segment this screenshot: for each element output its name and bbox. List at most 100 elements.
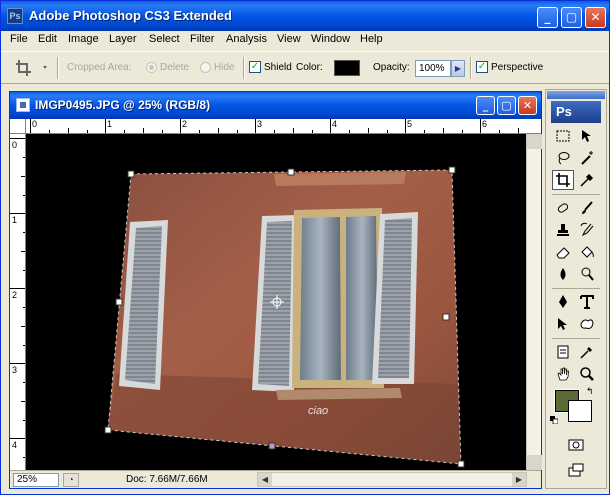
history-brush-tool[interactable] xyxy=(576,220,598,240)
maximize-button[interactable]: ▢ xyxy=(561,7,582,28)
move-tool[interactable] xyxy=(576,126,598,146)
photoshop-window: Ps Adobe Photoshop CS3 Extended _ ▢ ✕ Fi… xyxy=(0,0,610,495)
hide-label: Hide xyxy=(214,62,235,73)
perspective-checkbox[interactable]: ✓ xyxy=(476,61,488,73)
photoshop-app-icon[interactable]: Ps xyxy=(7,8,23,24)
swap-colors-icon[interactable]: ↰ xyxy=(586,386,594,397)
cropped-area-label: Cropped Area: xyxy=(67,62,132,73)
delete-radio[interactable] xyxy=(146,62,157,73)
path-selection-icon xyxy=(558,318,567,330)
ruler-origin[interactable] xyxy=(10,119,26,134)
path-selection-tool[interactable] xyxy=(552,314,574,334)
document-window: IMGP0495.JPG @ 25% (RGB/8) _ ▢ ✕ 0 1 2 3… xyxy=(9,91,542,489)
crop-tool[interactable] xyxy=(552,170,574,190)
scroll-up-arrow[interactable] xyxy=(527,134,542,149)
color-label: Color: xyxy=(296,62,323,73)
blur-tool[interactable] xyxy=(552,264,574,284)
minimize-button[interactable]: _ xyxy=(537,7,558,28)
pen-tool[interactable] xyxy=(552,292,574,312)
healing-brush-tool[interactable] xyxy=(552,198,574,218)
hide-radio[interactable] xyxy=(200,62,211,73)
hand-tool[interactable] xyxy=(552,364,574,384)
ruler-label: 3 xyxy=(257,119,263,129)
ruler-label: 4 xyxy=(12,440,18,450)
shield-checkbox[interactable]: ✓ xyxy=(249,61,261,73)
eyedropper-tool[interactable] xyxy=(576,170,598,190)
notes-tool[interactable] xyxy=(552,342,574,362)
shield-color-swatch[interactable] xyxy=(334,60,360,76)
status-bar: 25% ◔ Doc: 7.66M/7.66M ◀ ▶ xyxy=(10,470,541,488)
ruler-label: 3 xyxy=(12,365,18,375)
opacity-label: Opacity: xyxy=(373,62,410,73)
dodge-icon xyxy=(581,267,594,281)
menu-file[interactable]: File xyxy=(10,33,28,45)
menu-view[interactable]: View xyxy=(277,33,301,45)
paint-bucket-icon xyxy=(581,246,594,258)
ruler-label: 4 xyxy=(332,119,338,129)
ruler-ticks xyxy=(10,138,25,458)
quick-mask-mode-button[interactable] xyxy=(565,435,587,455)
separator xyxy=(552,338,600,339)
type-tool[interactable] xyxy=(576,292,598,312)
image-canvas[interactable]: ciao xyxy=(26,134,526,470)
document-icon[interactable] xyxy=(16,98,30,112)
background-color-swatch[interactable] xyxy=(568,400,592,422)
lasso-tool[interactable] xyxy=(552,148,574,168)
paint-bucket-tool[interactable] xyxy=(576,242,598,262)
horizontal-ruler[interactable]: 0 1 2 3 4 5 6 xyxy=(26,119,541,134)
photoshop-logo[interactable]: Ps xyxy=(551,101,601,123)
default-colors-icon[interactable] xyxy=(550,415,559,425)
shape-tool[interactable] xyxy=(576,314,598,334)
ruler-label: 1 xyxy=(107,119,113,129)
clone-stamp-tool[interactable] xyxy=(552,220,574,240)
menu-edit[interactable]: Edit xyxy=(38,33,57,45)
screen-mode-button[interactable] xyxy=(565,460,587,480)
crop-icon xyxy=(16,60,47,76)
type-icon xyxy=(580,295,594,309)
scroll-left-arrow[interactable]: ◀ xyxy=(258,473,272,486)
tools-palette-header[interactable] xyxy=(547,91,605,99)
menu-select[interactable]: Select xyxy=(149,33,180,45)
doc-close-button[interactable]: ✕ xyxy=(518,96,537,115)
zoom-field[interactable]: 25% xyxy=(13,473,59,487)
document-title-bar[interactable]: IMGP0495.JPG @ 25% (RGB/8) _ ▢ ✕ xyxy=(10,92,541,119)
title-bar[interactable]: Ps Adobe Photoshop CS3 Extended _ ▢ ✕ xyxy=(1,1,609,31)
vertical-ruler[interactable]: 0 1 2 3 4 xyxy=(10,134,26,470)
menu-window[interactable]: Window xyxy=(311,33,350,45)
crop-icon xyxy=(556,173,570,187)
menu-layer[interactable]: Layer xyxy=(109,33,137,45)
dodge-tool[interactable] xyxy=(576,264,598,284)
vertical-scrollbar[interactable] xyxy=(526,134,542,470)
scroll-down-arrow[interactable] xyxy=(527,455,542,470)
eyedropper-2-tool[interactable] xyxy=(576,342,598,362)
close-button[interactable]: ✕ xyxy=(585,7,606,28)
eyedropper-2-icon xyxy=(580,347,592,359)
blur-icon xyxy=(560,268,566,280)
eraser-tool[interactable] xyxy=(552,242,574,262)
menu-filter[interactable]: Filter xyxy=(190,33,214,45)
doc-minimize-button[interactable]: _ xyxy=(476,96,495,115)
quick-mask-icon xyxy=(568,439,584,451)
shield-label: Shield xyxy=(264,62,292,73)
menu-analysis[interactable]: Analysis xyxy=(226,33,267,45)
doc-maximize-button[interactable]: ▢ xyxy=(497,96,516,115)
tool-preset-picker[interactable] xyxy=(11,57,53,79)
separator xyxy=(552,194,600,195)
marquee-tool[interactable] xyxy=(552,126,574,146)
zoom-tool[interactable] xyxy=(576,364,598,384)
separator xyxy=(57,57,59,79)
status-info-icon[interactable]: ◔ xyxy=(63,473,79,487)
horizontal-scrollbar[interactable]: ◀ ▶ xyxy=(257,472,527,487)
menu-help[interactable]: Help xyxy=(360,33,383,45)
menu-image[interactable]: Image xyxy=(68,33,99,45)
scroll-right-arrow[interactable]: ▶ xyxy=(512,473,526,486)
tools-palette: Ps ↰ xyxy=(545,89,607,489)
screen-mode-icon xyxy=(568,463,584,477)
opacity-field[interactable]: 100% xyxy=(415,60,451,77)
opacity-slider-button[interactable]: ▶ xyxy=(451,60,465,77)
photo-image: ciao xyxy=(104,166,465,468)
brush-tool[interactable] xyxy=(576,198,598,218)
document-size-info: Doc: 7.66M/7.66M xyxy=(126,474,208,485)
default-colors-icon-graphic xyxy=(550,416,559,425)
magic-wand-tool[interactable] xyxy=(576,148,598,168)
